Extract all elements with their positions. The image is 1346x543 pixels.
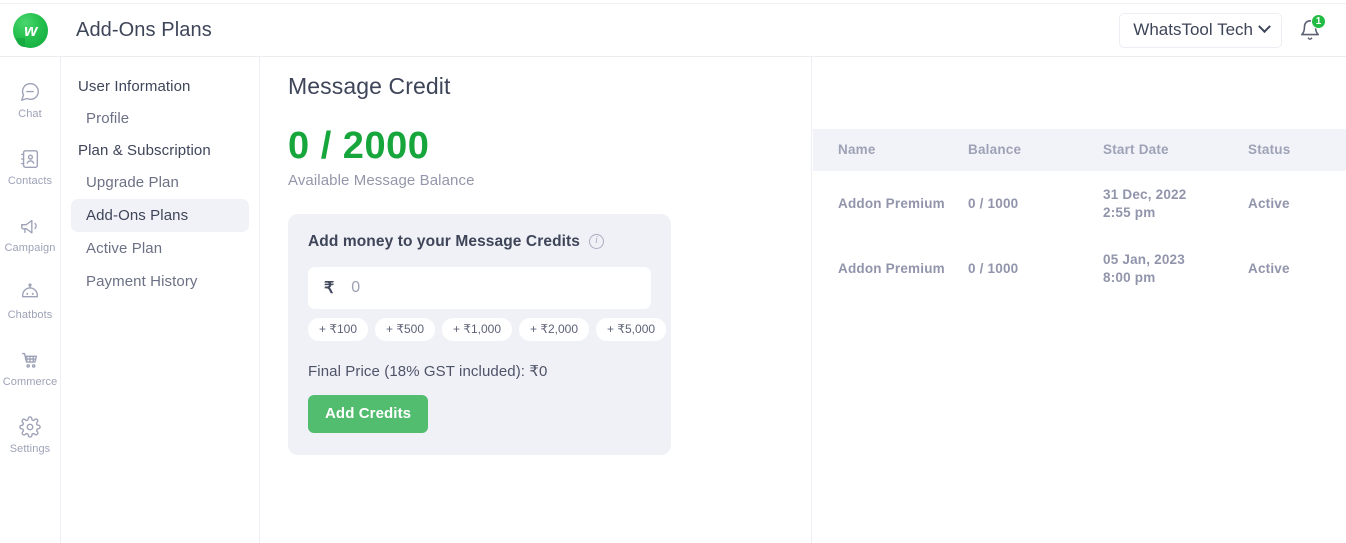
cell-start-date-time: 8:00 pm <box>1103 270 1156 285</box>
sidebar-item-settings-label: Settings <box>9 443 51 455</box>
notifications-button[interactable]: 1 <box>1296 14 1326 45</box>
table-header-row: Name Balance Start Date Status <box>813 129 1346 171</box>
chat-icon <box>21 83 39 101</box>
brand-logo[interactable]: w <box>0 4 61 57</box>
page-header-title: Add-Ons Plans <box>76 18 212 41</box>
sidebar-item-settings[interactable]: Settings <box>0 402 60 469</box>
contacts-icon <box>21 150 39 168</box>
subnav-item-add-ons-plans[interactable]: Add-Ons Plans <box>71 199 249 232</box>
organization-dropdown[interactable]: WhatsTool Tech <box>1119 12 1282 48</box>
column-header-name: Name <box>813 129 968 171</box>
sidebar-item-campaign-label: Campaign <box>4 242 56 254</box>
amount-input[interactable]: ₹ 0 <box>308 266 651 309</box>
subnav-item-active-plan[interactable]: Active Plan <box>71 232 249 265</box>
subnav-group-user-information: User Information <box>78 78 191 95</box>
cell-start-date-day: 05 Jan, 2023 <box>1103 252 1185 267</box>
table-row[interactable]: Addon Premium 0 / 1000 05 Jan, 2023 8:00… <box>813 236 1346 301</box>
add-money-card: Add money to your Message Credits i ₹ 0 … <box>288 213 671 455</box>
quick-amount-chip-1000[interactable]: + ₹1,000 <box>442 317 513 341</box>
app-header: w Add-Ons Plans WhatsTool Tech 1 <box>0 4 1346 57</box>
organization-name: WhatsTool Tech <box>1133 19 1253 39</box>
sidebar-item-chat-label: Chat <box>18 108 42 120</box>
quick-amount-chip-5000[interactable]: + ₹5,000 <box>596 317 667 341</box>
add-money-card-header: Add money to your Message Credits i <box>308 233 651 251</box>
main-content: Message Credit 0 / 2000 Available Messag… <box>260 57 812 543</box>
sidebar-item-commerce[interactable]: Commerce <box>0 335 60 402</box>
table-row[interactable]: Addon Premium 0 / 1000 31 Dec, 2022 2:55… <box>813 171 1346 236</box>
add-credits-button[interactable]: Add Credits <box>308 394 429 433</box>
subnav-item-upgrade-plan[interactable]: Upgrade Plan <box>71 166 249 199</box>
logo-letter: w <box>24 20 37 40</box>
column-header-start-date: Start Date <box>1103 129 1248 171</box>
table-body: Addon Premium 0 / 1000 31 Dec, 2022 2:55… <box>813 171 1346 301</box>
chevron-down-icon <box>1258 20 1271 34</box>
app-root: w Add-Ons Plans WhatsTool Tech 1 Chat Co… <box>0 0 1346 543</box>
cell-start-date-time: 2:55 pm <box>1103 205 1156 220</box>
column-header-balance: Balance <box>968 129 1103 171</box>
primary-sidebar: Chat Contacts Campaign Chatbots Commerce… <box>0 57 61 543</box>
column-header-status: Status <box>1248 129 1346 171</box>
cell-status: Active <box>1248 261 1290 276</box>
secondary-sidebar: User Information Profile Plan & Subscrip… <box>61 57 260 543</box>
sidebar-item-campaign[interactable]: Campaign <box>0 201 60 268</box>
message-credit-caption: Available Message Balance <box>288 171 475 189</box>
cell-status: Active <box>1248 196 1290 211</box>
add-money-title: Add money to your Message Credits <box>308 232 581 250</box>
amount-input-value: 0 <box>351 278 361 296</box>
commerce-icon <box>21 352 38 368</box>
info-icon[interactable]: i <box>589 234 605 250</box>
quick-amount-chip-2000[interactable]: + ₹2,000 <box>519 317 590 341</box>
quick-amount-chip-100[interactable]: + ₹100 <box>308 317 368 341</box>
sidebar-item-contacts-label: Contacts <box>7 175 53 187</box>
cell-start-date-day: 31 Dec, 2022 <box>1103 187 1187 202</box>
sidebar-item-commerce-label: Commerce <box>2 376 58 388</box>
final-price-label: Final Price (18% GST included): ₹0 <box>308 362 548 380</box>
sidebar-item-chatbots[interactable]: Chatbots <box>0 268 60 335</box>
subnav-group-plan-subscription: Plan & Subscription <box>78 142 211 159</box>
gear-icon <box>19 416 41 438</box>
cell-name: Addon Premium <box>838 261 945 276</box>
subnav-item-payment-history[interactable]: Payment History <box>71 265 249 298</box>
header-actions: WhatsTool Tech 1 <box>1119 12 1346 48</box>
sidebar-item-chatbots-label: Chatbots <box>7 309 53 321</box>
campaign-icon <box>21 219 37 234</box>
rupee-symbol-icon: ₹ <box>324 279 335 297</box>
notification-count-badge: 1 <box>1311 14 1326 29</box>
cell-start-date: 05 Jan, 2023 8:00 pm <box>1103 236 1248 301</box>
subnav-item-profile[interactable]: Profile <box>71 102 249 135</box>
table-header: Name Balance Start Date Status <box>813 129 1346 171</box>
sidebar-item-chat[interactable]: Chat <box>0 67 60 134</box>
addon-plans-table: Name Balance Start Date Status Addon Pre… <box>813 129 1346 301</box>
cell-name: Addon Premium <box>838 196 945 211</box>
page-title: Message Credit <box>288 73 451 99</box>
quick-amount-chip-500[interactable]: + ₹500 <box>375 317 435 341</box>
chatbots-icon <box>21 283 39 298</box>
whatstool-logo-icon: w <box>13 12 48 48</box>
cell-balance: 0 / 1000 <box>968 261 1019 276</box>
addon-plans-panel: Name Balance Start Date Status Addon Pre… <box>813 57 1346 543</box>
message-credit-value: 0 / 2000 <box>288 125 430 167</box>
sidebar-item-contacts[interactable]: Contacts <box>0 134 60 201</box>
cell-balance: 0 / 1000 <box>968 196 1019 211</box>
quick-amount-chips: + ₹100 + ₹500 + ₹1,000 + ₹2,000 + ₹5,000 <box>308 317 667 341</box>
cell-start-date: 31 Dec, 2022 2:55 pm <box>1103 171 1248 236</box>
